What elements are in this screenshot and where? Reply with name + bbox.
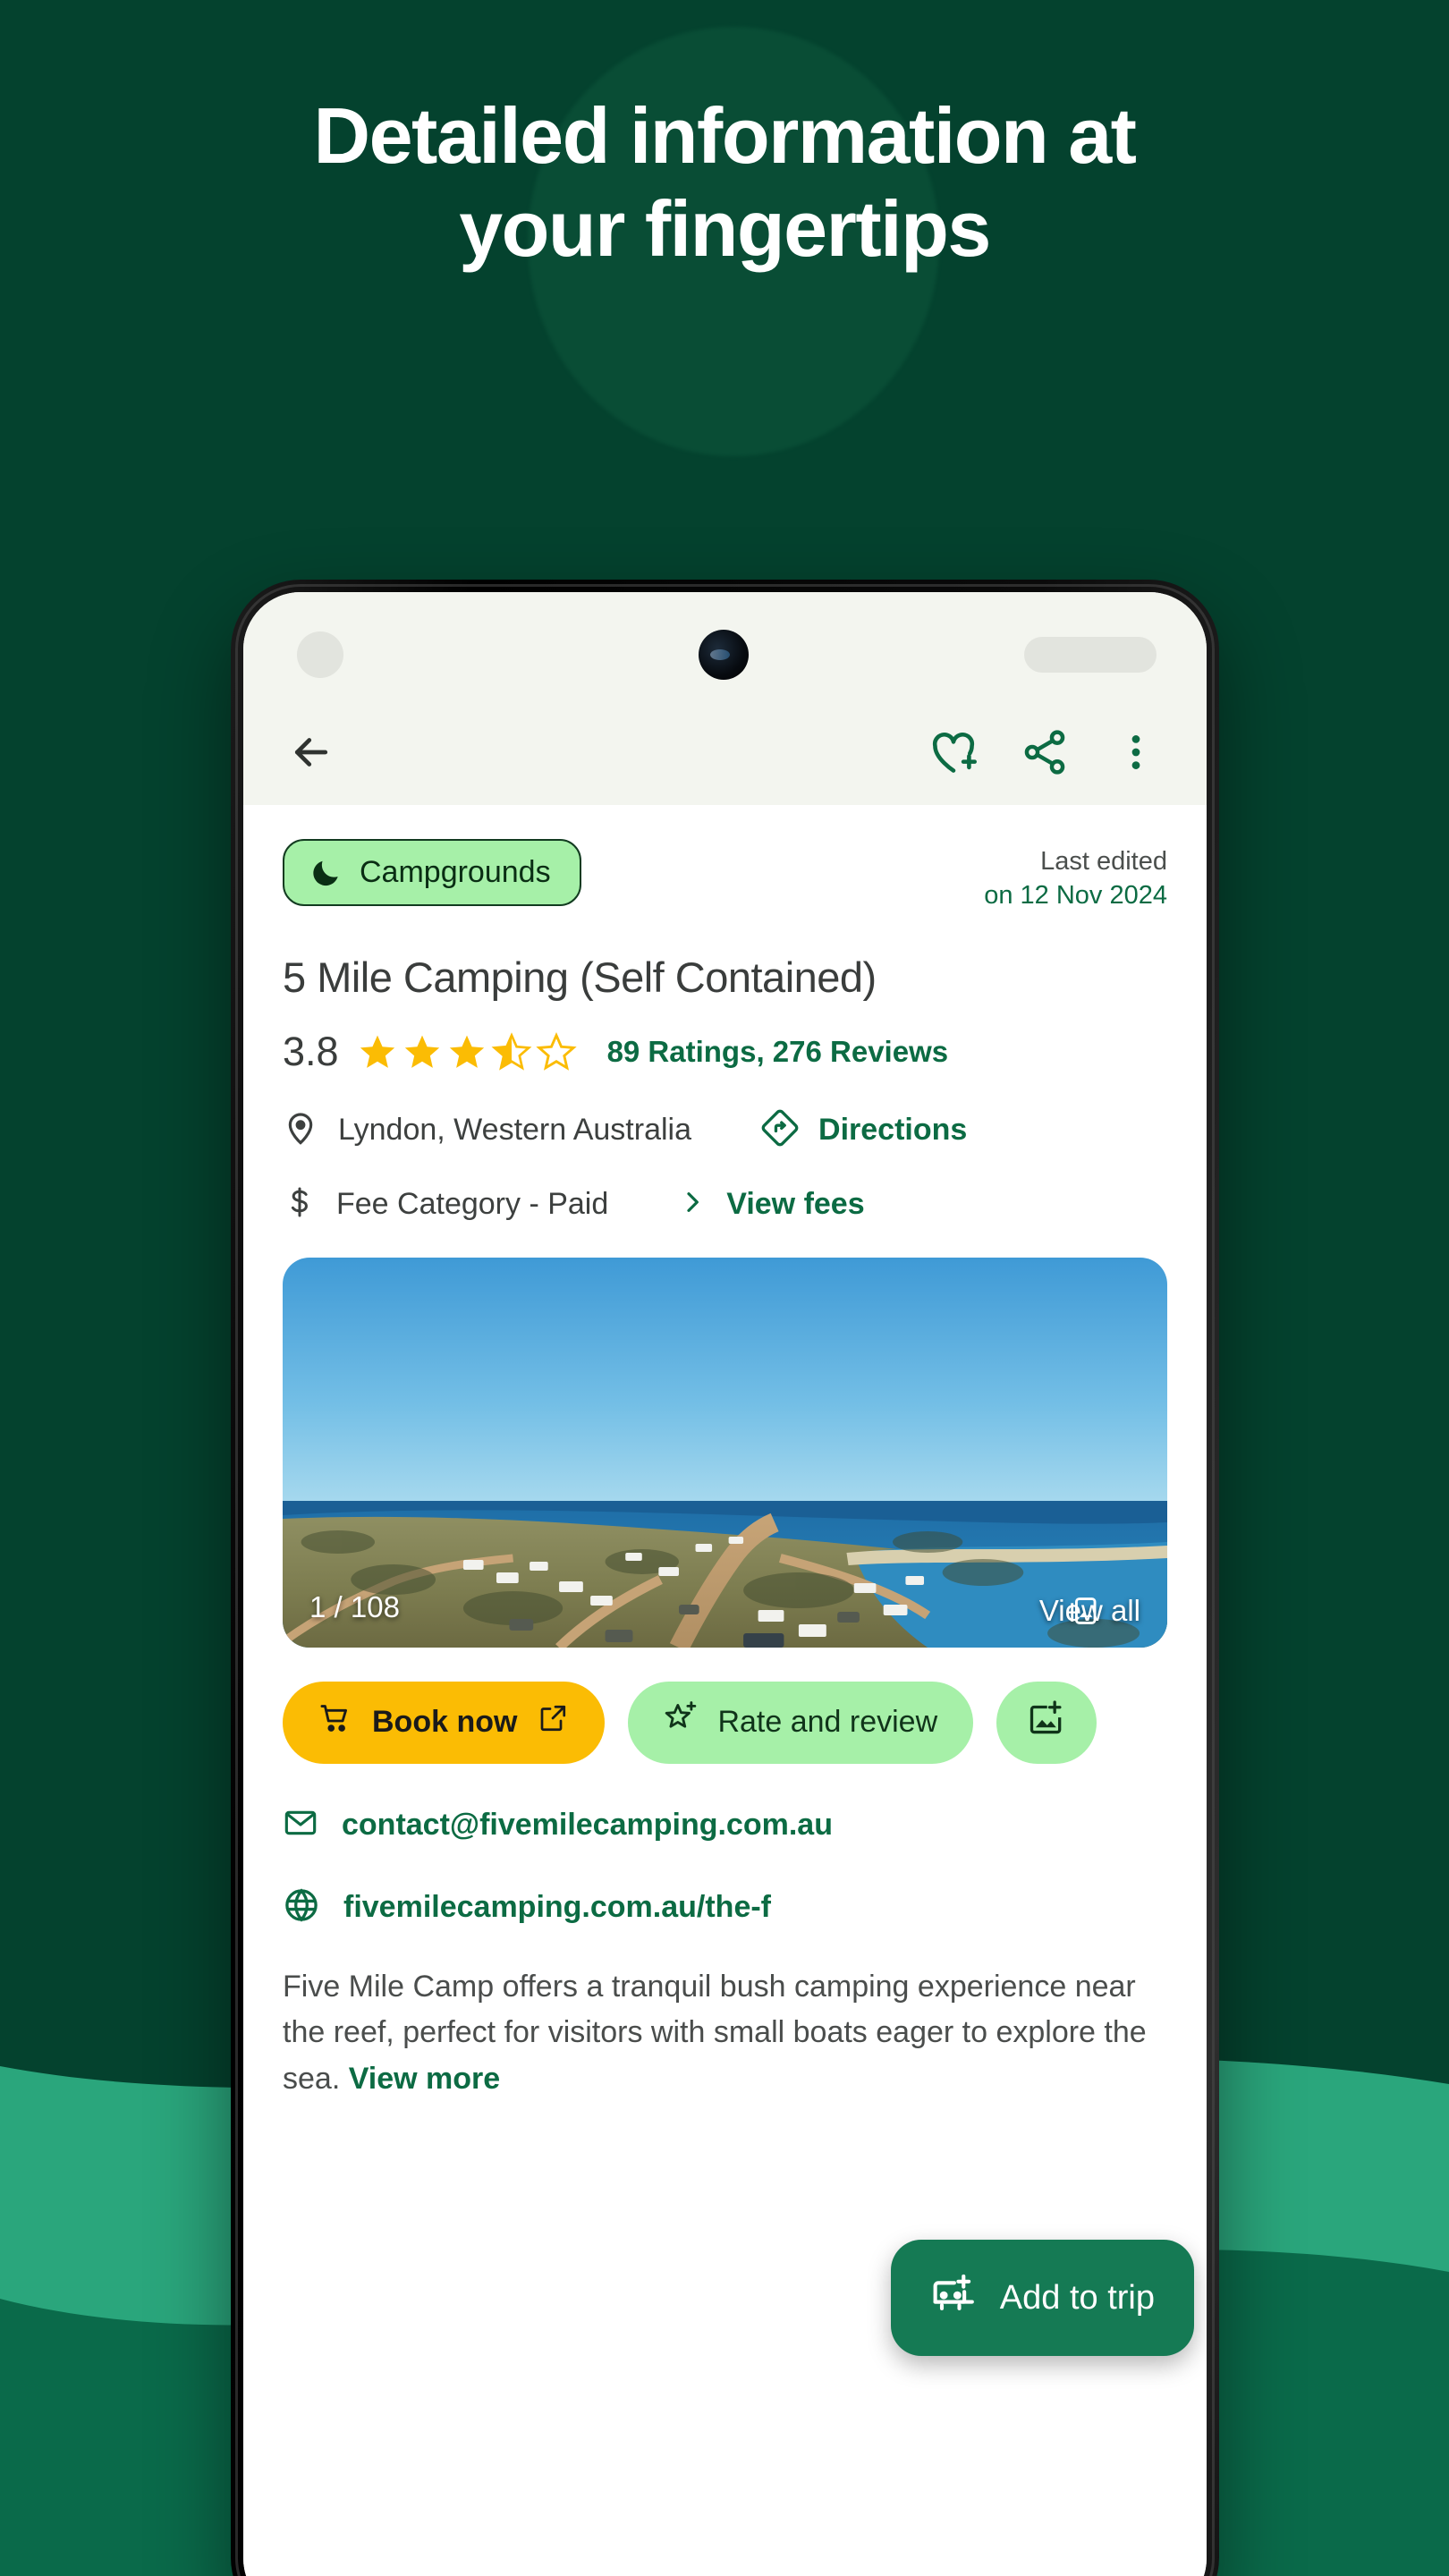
headline-line-1: Detailed information at bbox=[313, 91, 1137, 180]
heart-plus-icon[interactable] bbox=[924, 723, 983, 782]
caravan-plus-icon bbox=[930, 2270, 977, 2326]
promo-headline: Detailed information at your fingertips bbox=[0, 89, 1449, 275]
rating-count[interactable]: 89 Ratings, 276 Reviews bbox=[607, 1035, 949, 1069]
share-icon[interactable] bbox=[1015, 723, 1074, 782]
chevron-right-icon bbox=[678, 1188, 707, 1221]
location-text: Lyndon, Western Australia bbox=[338, 1112, 692, 1147]
add-to-trip-label: Add to trip bbox=[999, 2278, 1155, 2317]
envelope-icon bbox=[283, 1805, 318, 1845]
action-button-row: Book now Rate and review bbox=[243, 1648, 1207, 1764]
hero-photo-image bbox=[283, 1257, 1167, 1648]
rate-and-review-label: Rate and review bbox=[717, 1705, 938, 1740]
rate-and-review-button[interactable]: Rate and review bbox=[628, 1681, 974, 1764]
photo-counter: 1 / 108 bbox=[309, 1589, 400, 1623]
last-edited-label: Last edited bbox=[1040, 847, 1167, 876]
category-and-edit-row: Campgrounds Last edited on 12 Nov 2024 bbox=[243, 805, 1207, 913]
status-bar bbox=[243, 592, 1207, 699]
directions-icon[interactable] bbox=[761, 1109, 799, 1151]
view-fees-link[interactable]: View fees bbox=[726, 1187, 864, 1222]
location-row: Lyndon, Western Australia Directions bbox=[243, 1075, 1207, 1151]
crescent-moon-icon bbox=[309, 856, 343, 890]
fee-text: Fee Category - Paid bbox=[336, 1186, 609, 1221]
rating-value: 3.8 bbox=[283, 1028, 339, 1074]
email-row[interactable]: contact@fivemilecamping.com.au bbox=[243, 1764, 1207, 1845]
email-text: contact@fivemilecamping.com.au bbox=[342, 1807, 833, 1842]
star-full-icon bbox=[360, 1035, 394, 1068]
hero-photo[interactable]: 1 / 108 View all bbox=[283, 1257, 1167, 1648]
category-badge-label: Campgrounds bbox=[360, 855, 551, 889]
shopping-cart-icon bbox=[318, 1701, 352, 1743]
website-text: fivemilecamping.com.au/the-f bbox=[343, 1889, 771, 1924]
book-now-button[interactable]: Book now bbox=[283, 1681, 606, 1764]
view-more-link[interactable]: View more bbox=[349, 2062, 500, 2096]
directions-link[interactable]: Directions bbox=[818, 1113, 967, 1148]
more-vertical-icon[interactable] bbox=[1106, 723, 1165, 782]
dollar-sign-icon bbox=[283, 1185, 317, 1224]
website-row[interactable]: fivemilecamping.com.au/the-f bbox=[243, 1845, 1207, 1928]
front-camera-punch-hole bbox=[699, 630, 749, 680]
view-all-photos-button[interactable]: View all bbox=[1025, 1594, 1140, 1628]
category-badge[interactable]: Campgrounds bbox=[283, 839, 581, 906]
page-title: 5 Mile Camping (Self Contained) bbox=[283, 953, 877, 1001]
listing-detail-content: Campgrounds Last edited on 12 Nov 2024 5… bbox=[243, 805, 1207, 2576]
rating-row: 3.8 89 Ratings, 276 Reviews bbox=[243, 1002, 1207, 1075]
open-in-new-icon bbox=[537, 1702, 569, 1742]
star-rating bbox=[357, 1031, 577, 1072]
promo-screenshot: Detailed information at your fingertips bbox=[0, 0, 1449, 2576]
add-photo-button[interactable] bbox=[996, 1681, 1097, 1764]
phone-screen: Campgrounds Last edited on 12 Nov 2024 5… bbox=[243, 592, 1207, 2576]
last-edited-block: Last edited on 12 Nov 2024 bbox=[984, 839, 1167, 913]
add-to-trip-button[interactable]: Add to trip bbox=[890, 2240, 1194, 2356]
status-bar-left-placeholder bbox=[297, 631, 343, 678]
book-now-label: Book now bbox=[372, 1705, 518, 1740]
star-plus-icon bbox=[664, 1701, 698, 1743]
map-pin-icon bbox=[283, 1110, 318, 1150]
app-bar bbox=[243, 699, 1207, 805]
phone-mockup: Campgrounds Last edited on 12 Nov 2024 5… bbox=[231, 580, 1219, 2576]
headline-line-2: your fingertips bbox=[459, 183, 991, 273]
arrow-left-icon[interactable] bbox=[284, 725, 338, 779]
star-empty-icon bbox=[535, 1031, 577, 1071]
fee-row: Fee Category - Paid View fees bbox=[243, 1151, 1207, 1224]
star-full-icon bbox=[449, 1035, 484, 1068]
globe-icon bbox=[283, 1886, 320, 1928]
last-edited-date: on 12 Nov 2024 bbox=[984, 881, 1167, 911]
description-block: Five Mile Camp offers a tranquil bush ca… bbox=[243, 1928, 1207, 2103]
star-full-icon bbox=[404, 1035, 439, 1068]
star-half-icon bbox=[491, 1031, 532, 1071]
status-bar-right-placeholder bbox=[1024, 637, 1157, 673]
add-photo-icon bbox=[1027, 1699, 1066, 1746]
